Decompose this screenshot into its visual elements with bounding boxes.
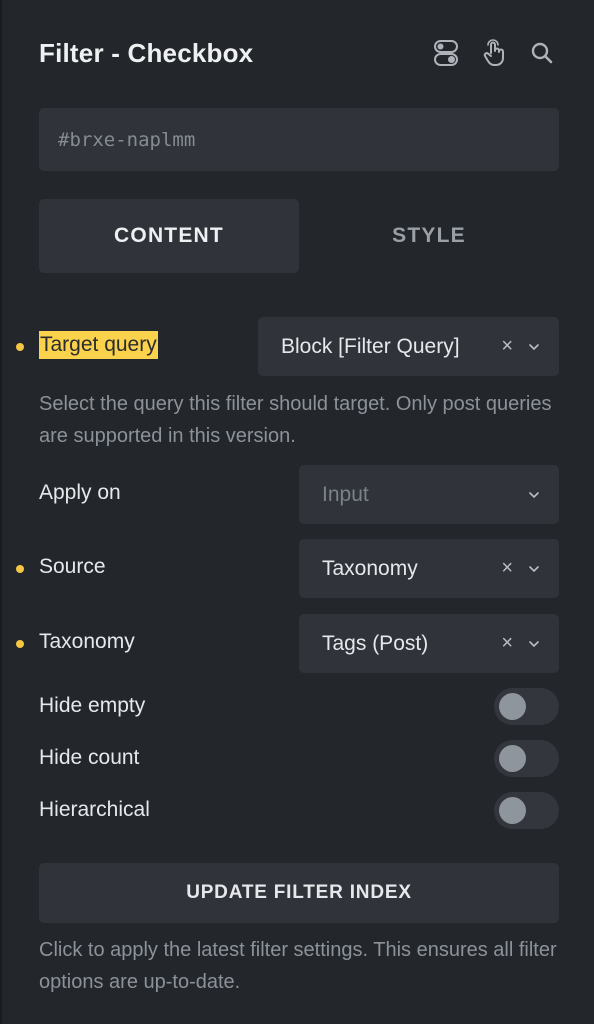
clear-icon[interactable]: × — [501, 632, 513, 655]
source-select[interactable]: Taxonomy × — [299, 539, 559, 598]
update-filter-index-button[interactable]: UPDATE FILTER INDEX — [39, 863, 559, 923]
hide-empty-label: Hide empty — [39, 694, 146, 717]
clear-icon[interactable]: × — [501, 557, 513, 580]
chevron-down-icon — [529, 640, 539, 647]
panel-tabs: CONTENT STYLE — [39, 199, 559, 273]
source-row: Source Taxonomy × — [2, 539, 594, 598]
element-id-field[interactable] — [39, 108, 559, 171]
target-query-description: Select the query this filter should targ… — [39, 393, 552, 447]
target-query-select[interactable]: Block [Filter Query] × — [258, 317, 559, 376]
filter-settings-panel: Filter - Checkbox #brxe-naplmm CONTENT S… — [0, 0, 594, 1024]
panel-title: Filter - Checkbox — [39, 37, 254, 68]
modified-indicator-dot — [16, 343, 24, 351]
chevron-down-icon — [529, 343, 539, 350]
clear-icon[interactable]: × — [501, 335, 513, 358]
toggle-knob — [499, 693, 526, 720]
hierarchical-label: Hierarchical — [39, 798, 150, 821]
toggle-switches-icon[interactable] — [432, 39, 460, 67]
tab-content[interactable]: CONTENT — [39, 199, 299, 273]
hierarchical-row: Hierarchical — [2, 792, 594, 829]
target-query-value: Block [Filter Query] — [281, 334, 460, 358]
search-icon[interactable] — [528, 39, 556, 67]
hide-count-toggle[interactable] — [494, 740, 559, 777]
toggle-knob — [499, 797, 526, 824]
hide-empty-toggle[interactable] — [494, 688, 559, 725]
target-query-label: Target query — [39, 331, 158, 359]
apply-on-select[interactable]: Input — [299, 465, 559, 524]
tab-style[interactable]: STYLE — [299, 199, 559, 273]
source-value: Taxonomy — [322, 556, 418, 580]
source-label: Source — [39, 555, 106, 578]
modified-indicator-dot — [16, 565, 24, 573]
taxonomy-value: Tags (Post) — [322, 631, 429, 655]
taxonomy-row: Taxonomy Tags (Post) × — [2, 614, 594, 673]
update-filter-index-description: Click to apply the latest filter setting… — [39, 939, 557, 993]
apply-on-label: Apply on — [39, 481, 121, 504]
hide-empty-row: Hide empty — [2, 688, 594, 725]
header-icons — [432, 39, 556, 67]
target-query-row: Target query Block [Filter Query] × — [2, 317, 594, 377]
panel-header: Filter - Checkbox — [39, 30, 556, 76]
apply-on-placeholder: Input — [322, 482, 369, 506]
hide-count-row: Hide count — [2, 740, 594, 777]
hand-pointer-icon[interactable] — [480, 39, 508, 67]
hide-count-label: Hide count — [39, 746, 140, 769]
taxonomy-label: Taxonomy — [39, 630, 135, 653]
hierarchical-toggle[interactable] — [494, 792, 559, 829]
apply-on-row: Apply on Input — [2, 465, 594, 524]
chevron-down-icon — [529, 565, 539, 572]
modified-indicator-dot — [16, 640, 24, 648]
chevron-down-icon — [529, 491, 539, 498]
taxonomy-select[interactable]: Tags (Post) × — [299, 614, 559, 673]
toggle-knob — [499, 745, 526, 772]
